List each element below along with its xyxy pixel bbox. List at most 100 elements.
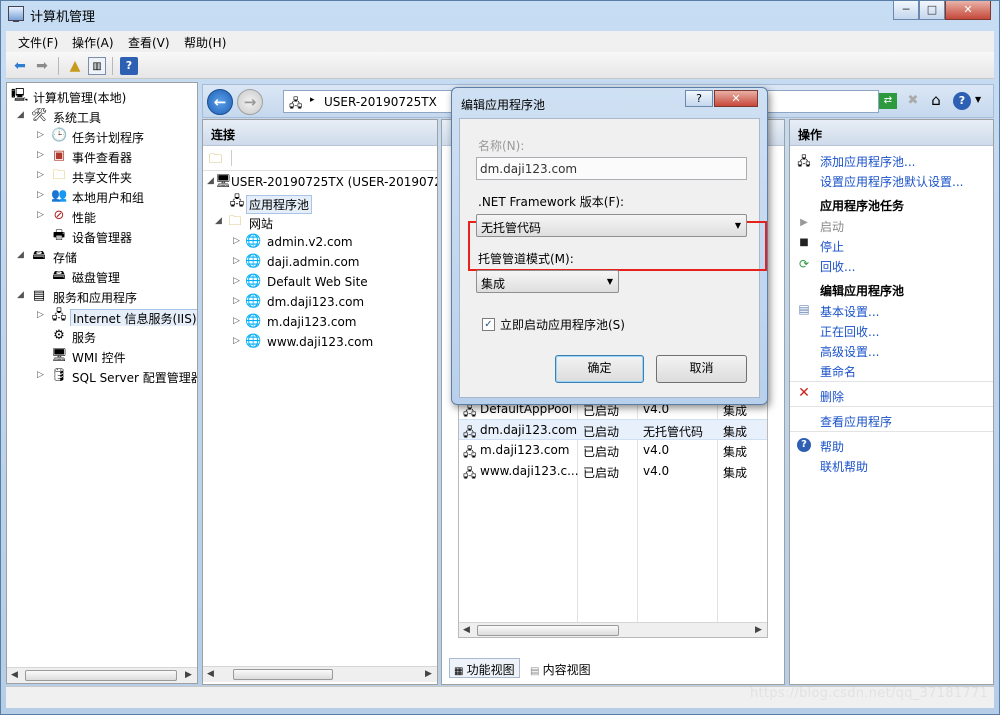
expand-arrow-icon[interactable]: ▷: [233, 316, 243, 326]
scroll-left-icon[interactable]: ◀: [11, 670, 18, 680]
tree-item-sql-server[interactable]: ▷ 🛢 SQL Server 配置管理器: [7, 366, 197, 386]
app-pool-row[interactable]: 🖧 dm.daji123.com 已启动 无托管代码 集成: [459, 419, 767, 440]
collapse-arrow-icon[interactable]: ◢: [17, 290, 27, 300]
menu-file[interactable]: 文件(F): [18, 34, 58, 51]
collapse-arrow-icon[interactable]: ◢: [17, 110, 27, 120]
connections-server[interactable]: ◢ 🖥 USER-20190725TX (USER-20190725: [203, 172, 437, 192]
scroll-left-icon[interactable]: ◀: [207, 669, 214, 679]
minimize-button[interactable]: ─: [893, 1, 919, 20]
action-add-pool[interactable]: 🖧 添加应用程序池...: [790, 150, 995, 170]
event-viewer-icon: ▣: [52, 148, 66, 163]
breadcrumb-server[interactable]: USER-20190725TX: [324, 95, 437, 109]
forward-arrow-icon[interactable]: ➡: [33, 57, 51, 75]
ok-button[interactable]: 确定: [555, 355, 644, 383]
dialog-close-button[interactable]: ✕: [714, 90, 758, 107]
action-delete[interactable]: ✕ 删除: [790, 385, 995, 405]
framework-version-select[interactable]: 无托管代码 ▼: [476, 214, 747, 237]
expand-arrow-icon[interactable]: ▷: [37, 130, 47, 140]
scroll-thumb[interactable]: [477, 625, 619, 636]
forward-button-icon[interactable]: →: [237, 89, 263, 115]
clock-icon: 🕒: [51, 128, 68, 143]
expand-arrow-icon[interactable]: ▷: [37, 170, 47, 180]
left-horizontal-scrollbar[interactable]: ◀ ▶: [7, 667, 197, 683]
home-icon[interactable]: ⌂: [927, 91, 945, 109]
help-icon: ?: [797, 438, 811, 452]
expand-arrow-icon[interactable]: ▷: [233, 256, 243, 266]
connections-pane: 连接 🗀 ◢ 🖥 USER-20190725TX (USER-20190725 …: [202, 119, 438, 685]
framework-label: .NET Framework 版本(F):: [478, 195, 625, 209]
action-start[interactable]: ▶ 启动: [790, 215, 995, 235]
action-basic-settings[interactable]: ▤ 基本设置...: [790, 300, 995, 320]
action-recycling[interactable]: 正在回收...: [790, 320, 995, 340]
settings-icon: ▤: [798, 302, 810, 316]
close-button[interactable]: ✕: [945, 1, 991, 20]
expand-arrow-icon[interactable]: ▷: [233, 236, 243, 246]
scroll-right-icon[interactable]: ▶: [755, 625, 762, 635]
scroll-thumb[interactable]: [233, 669, 333, 680]
expand-arrow-icon[interactable]: ▷: [37, 190, 47, 200]
edit-heading: 编辑应用程序池: [820, 284, 905, 298]
scroll-right-icon[interactable]: ▶: [185, 670, 192, 680]
tab-content-view[interactable]: ▤ 内容视图: [525, 658, 596, 678]
collapse-arrow-icon[interactable]: ◢: [17, 250, 27, 260]
globe-icon: 🌐: [245, 314, 262, 329]
action-recycle[interactable]: ⟳ 回收...: [790, 255, 995, 275]
app-pool-row[interactable]: 🖧 www.daji123.c... 已启动 v4.0 集成: [459, 461, 767, 482]
name-field[interactable]: dm.daji123.com: [476, 157, 747, 180]
cancel-button[interactable]: 取消: [656, 355, 747, 383]
scroll-left-icon[interactable]: ◀: [463, 625, 470, 635]
help-icon[interactable]: ?: [953, 92, 971, 110]
collapse-arrow-icon[interactable]: ◢: [215, 216, 225, 226]
action-set-defaults[interactable]: 设置应用程序池默认设置...: [790, 170, 995, 190]
scroll-right-icon[interactable]: ▶: [425, 669, 432, 679]
action-stop[interactable]: ■ 停止: [790, 235, 995, 255]
scroll-thumb[interactable]: [25, 670, 177, 681]
services-apps-icon: ▤: [32, 288, 46, 303]
action-rename[interactable]: 重命名: [790, 360, 995, 380]
app-pool-icon: 🖧: [463, 466, 477, 480]
device-manager-icon: 🖶: [52, 228, 66, 243]
tree-item-iis[interactable]: ▷ 🖧 Internet 信息服务(IIS)管: [7, 306, 197, 326]
help-icon[interactable]: ?: [120, 57, 138, 75]
action-view-applications[interactable]: 查看应用程序: [790, 410, 995, 430]
expand-arrow-icon[interactable]: ▷: [37, 310, 47, 320]
up-folder-icon[interactable]: ▲: [66, 57, 84, 75]
app-pool-row[interactable]: 🖧 m.daji123.com 已启动 v4.0 集成: [459, 440, 767, 461]
wmi-icon: 🖥: [51, 348, 68, 363]
expand-arrow-icon[interactable]: ▷: [233, 336, 243, 346]
maximize-button[interactable]: □: [919, 1, 945, 20]
pipeline-mode-select[interactable]: 集成 ▼: [476, 270, 619, 293]
back-arrow-icon[interactable]: ⬅: [11, 57, 29, 75]
stop-icon[interactable]: ✖: [905, 93, 921, 109]
show-hide-console-tree-icon[interactable]: ▥: [88, 57, 106, 75]
refresh-icon[interactable]: ⇄: [879, 93, 897, 109]
expand-arrow-icon[interactable]: ▷: [37, 150, 47, 160]
recycle-icon: ⟳: [798, 257, 810, 271]
connections-horizontal-scrollbar[interactable]: ◀ ▶: [203, 666, 437, 682]
app-pool-icon: 🖧: [229, 194, 245, 209]
expand-arrow-icon[interactable]: ▷: [233, 276, 243, 286]
list-horizontal-scrollbar[interactable]: ◀ ▶: [459, 622, 767, 637]
dialog-help-button[interactable]: ?: [685, 90, 713, 107]
toolbar-separator: [112, 57, 113, 75]
action-help[interactable]: ? 帮助: [790, 435, 995, 455]
tab-features-view[interactable]: ▦ 功能视图: [449, 658, 520, 678]
action-advanced-settings[interactable]: 高级设置...: [790, 340, 995, 360]
expand-arrow-icon[interactable]: ▷: [37, 370, 47, 380]
toolbar: ⬅ ➡ ▲ ▥ ?: [6, 52, 994, 79]
divider: [790, 381, 993, 382]
app-pool-list[interactable]: 🖧 DefaultAppPool 已启动 v4.0 集成 🖧 dm.daji12…: [458, 400, 768, 638]
expand-arrow-icon[interactable]: ▷: [233, 296, 243, 306]
action-online-help[interactable]: 联机帮助: [790, 455, 995, 475]
help-dropdown-icon[interactable]: ▼: [975, 95, 981, 104]
menu-view[interactable]: 查看(V): [128, 34, 170, 51]
menu-help[interactable]: 帮助(H): [184, 34, 226, 51]
autostart-checkbox[interactable]: ✓: [482, 318, 495, 331]
gears-icon: ⚙: [53, 328, 65, 343]
actions-pane: 操作 🖧 添加应用程序池... 设置应用程序池默认设置... 应用程序池任务 ▶…: [789, 119, 994, 685]
menu-action[interactable]: 操作(A): [72, 34, 114, 51]
expand-arrow-icon[interactable]: ▷: [37, 210, 47, 220]
new-connection-icon[interactable]: 🗀: [209, 150, 222, 172]
sql-server-icon: 🛢: [51, 368, 68, 383]
back-button-icon[interactable]: ←: [207, 89, 233, 115]
